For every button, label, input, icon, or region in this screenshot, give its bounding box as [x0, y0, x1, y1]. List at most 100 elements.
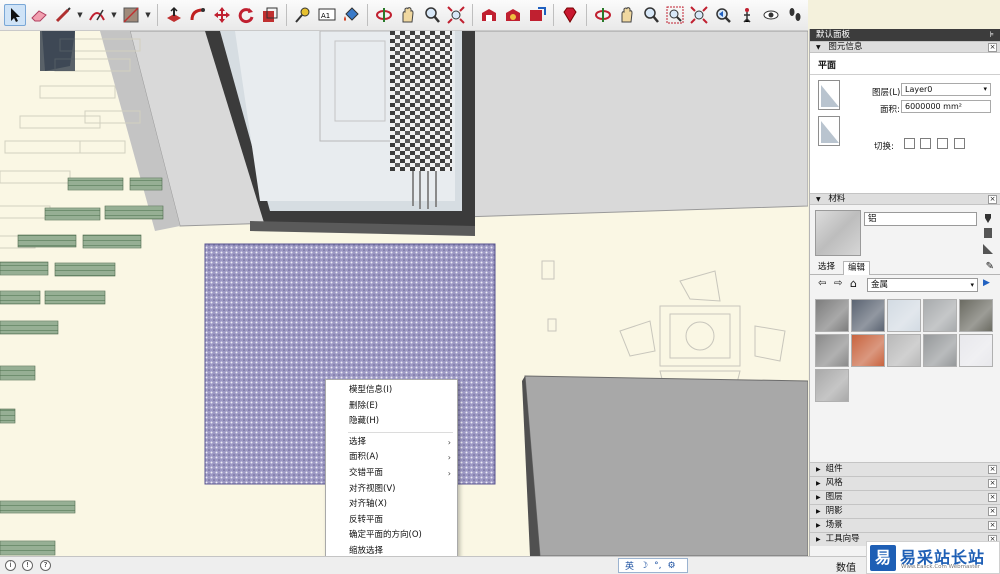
look-around-icon[interactable]: [760, 4, 782, 26]
ime-toolbar[interactable]: 英 ☽ °, ⚙: [618, 558, 688, 573]
home-icon[interactable]: ⌂: [850, 277, 857, 290]
tape-measure-icon[interactable]: [292, 4, 314, 26]
arc-dropdown-icon[interactable]: ▼: [110, 11, 118, 19]
context-menu-item[interactable]: 面积(A) ›: [326, 450, 457, 466]
close-icon[interactable]: ×: [988, 493, 997, 502]
context-menu-item[interactable]: 选择 ›: [326, 435, 457, 451]
orbit-icon[interactable]: [373, 4, 395, 26]
visibility-eye-icon[interactable]: [904, 138, 915, 149]
position-camera-icon[interactable]: [736, 4, 758, 26]
zoom-extents2-icon[interactable]: [688, 4, 710, 26]
material-swatch[interactable]: [815, 334, 849, 367]
info-icon[interactable]: i: [5, 560, 16, 571]
front-material-swatch[interactable]: [818, 80, 840, 110]
library-select[interactable]: 金属 ▾: [867, 278, 978, 292]
expand-triangle-icon[interactable]: ▶: [816, 522, 821, 529]
context-menu-item[interactable]: 确定平面的方向(O): [326, 528, 457, 544]
material-swatch[interactable]: [815, 299, 849, 332]
context-menu-item[interactable]: 对齐轴(X): [326, 497, 457, 513]
moon-icon[interactable]: ☽: [640, 561, 648, 571]
context-menu-item[interactable]: 隐藏(H): [326, 414, 457, 430]
ime-language[interactable]: 英: [625, 559, 634, 572]
select-icon[interactable]: [4, 4, 26, 26]
material-side-icons[interactable]: [982, 212, 994, 256]
back-material-swatch[interactable]: [818, 116, 840, 146]
walk-icon[interactable]: [784, 4, 806, 26]
warehouse-icon[interactable]: [478, 4, 500, 26]
expand-triangle-icon[interactable]: ▶: [816, 536, 821, 543]
followme-icon[interactable]: [187, 4, 209, 26]
forward-arrow-icon[interactable]: ⇨: [834, 278, 842, 289]
expand-triangle-icon[interactable]: ▶: [816, 508, 821, 515]
close-icon[interactable]: ×: [988, 479, 997, 488]
pan-icon[interactable]: [397, 4, 419, 26]
collapsed-section[interactable]: ▶ 图层 ×: [810, 490, 1000, 504]
gear-icon[interactable]: ⚙: [667, 561, 675, 571]
rectangle-dropdown-icon[interactable]: ▼: [144, 11, 152, 19]
arc-icon[interactable]: [86, 4, 108, 26]
close-icon[interactable]: ×: [988, 195, 997, 204]
details-arrow-icon[interactable]: ▶: [983, 278, 990, 288]
context-menu-item[interactable]: 交错平面 ›: [326, 466, 457, 482]
tab-select[interactable]: 选择: [814, 261, 839, 275]
extension-warehouse-icon[interactable]: [502, 4, 524, 26]
receive-shadow-icon[interactable]: [954, 138, 965, 149]
layer-select[interactable]: Layer0 ▾: [901, 83, 991, 96]
close-icon[interactable]: ×: [988, 507, 997, 516]
expand-triangle-icon[interactable]: ▶: [816, 494, 821, 501]
material-name-field[interactable]: 铝: [864, 212, 977, 226]
context-menu-item[interactable]: 反转平面: [326, 513, 457, 529]
material-swatch[interactable]: [887, 299, 921, 332]
paint-bucket-icon[interactable]: [340, 4, 362, 26]
collapsed-section[interactable]: ▶ 场景 ×: [810, 518, 1000, 532]
expand-triangle-icon[interactable]: ▶: [816, 466, 821, 473]
scale-icon[interactable]: [259, 4, 281, 26]
material-swatch[interactable]: [959, 299, 993, 332]
eraser-icon[interactable]: [28, 4, 50, 26]
previous-view-icon[interactable]: [712, 4, 734, 26]
materials-header[interactable]: ▼ 材料 ×: [810, 193, 1000, 205]
tab-edit[interactable]: 编辑: [843, 261, 871, 275]
material-swatch[interactable]: [851, 299, 885, 332]
collapse-triangle-icon[interactable]: ▼: [816, 196, 821, 203]
model-viewport[interactable]: 模型信息(I) 删除(E) 隐藏(H) 选择 › 面积(A) › 交错平面 › 对齐视图(V) 对齐…: [0, 31, 808, 556]
zoom2-icon[interactable]: [640, 4, 662, 26]
expand-triangle-icon[interactable]: ▶: [816, 480, 821, 487]
context-menu-item[interactable]: 删除(E): [326, 399, 457, 415]
context-menu-item[interactable]: 对齐视图(V): [326, 482, 457, 498]
back-arrow-icon[interactable]: ⇦: [818, 278, 826, 289]
line-icon[interactable]: [52, 4, 74, 26]
material-swatch[interactable]: [815, 369, 849, 402]
collapse-triangle-icon[interactable]: ▼: [816, 44, 821, 51]
collapsed-section[interactable]: ▶ 阴影 ×: [810, 504, 1000, 518]
pan2-icon[interactable]: [616, 4, 638, 26]
ruby-icon[interactable]: [559, 4, 581, 26]
close-icon[interactable]: ×: [988, 521, 997, 530]
close-icon[interactable]: ×: [988, 465, 997, 474]
collapsed-section[interactable]: ▶ 风格 ×: [810, 476, 1000, 490]
orbit2-icon[interactable]: [592, 4, 614, 26]
punctuation-icon[interactable]: °,: [654, 561, 661, 571]
zoom-icon[interactable]: [421, 4, 443, 26]
material-swatch[interactable]: [887, 334, 921, 367]
cast-shadow-icon[interactable]: [937, 138, 948, 149]
material-swatch[interactable]: [923, 334, 957, 367]
share-model-icon[interactable]: [526, 4, 548, 26]
rectangle-icon[interactable]: [120, 4, 142, 26]
pushpull-icon[interactable]: [163, 4, 185, 26]
material-swatch[interactable]: [923, 299, 957, 332]
lock-icon[interactable]: [920, 138, 931, 149]
context-menu-item[interactable]: 缩放选择: [326, 544, 457, 556]
rotate-icon[interactable]: [235, 4, 257, 26]
entity-info-header[interactable]: ▼ 图元信息 ×: [810, 41, 1000, 53]
zoom-extents-icon[interactable]: [445, 4, 467, 26]
zoom-window-icon[interactable]: [664, 4, 686, 26]
credits-icon[interactable]: !: [22, 560, 33, 571]
pin-icon[interactable]: ⊧: [990, 29, 994, 41]
material-swatch[interactable]: [959, 334, 993, 367]
move-icon[interactable]: [211, 4, 233, 26]
line-dropdown-icon[interactable]: ▼: [76, 11, 84, 19]
context-menu-item[interactable]: 模型信息(I): [326, 383, 457, 399]
help-icon[interactable]: ?: [40, 560, 51, 571]
sample-paint-icon[interactable]: ✎: [986, 261, 994, 272]
